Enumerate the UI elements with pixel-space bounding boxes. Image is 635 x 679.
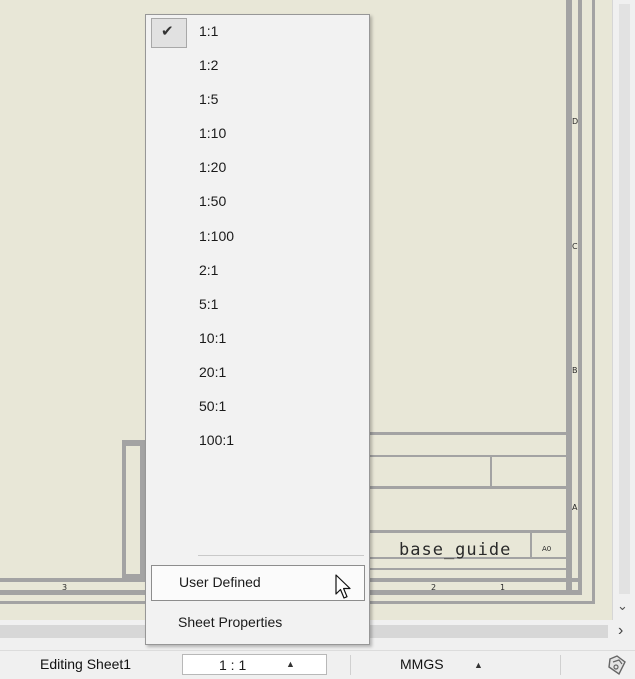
sheet-border-edge-right xyxy=(592,0,595,604)
menu-item-label: 1:100 xyxy=(199,228,235,244)
menu-item-label: 1:1 xyxy=(199,23,219,39)
zone-number: 2 xyxy=(431,583,437,592)
check-box: ✔ xyxy=(151,18,187,48)
menu-item-scale-50-1[interactable]: 50:1 xyxy=(146,390,369,424)
menu-item-label: 1:20 xyxy=(199,159,227,175)
menu-item-label: User Defined xyxy=(179,574,261,590)
menu-item-scale-10-1[interactable]: 10:1 xyxy=(146,322,369,356)
menu-item-scale-1-2[interactable]: 1:2 xyxy=(146,49,369,83)
menu-separator xyxy=(198,555,364,556)
rebuild-icon[interactable] xyxy=(605,653,629,677)
vertical-scroll-track[interactable] xyxy=(619,4,630,594)
menu-item-label: 2:1 xyxy=(199,262,219,278)
menu-item-label: 5:1 xyxy=(199,296,219,312)
menu-item-scale-100-1[interactable]: 100:1 xyxy=(146,424,369,458)
menu-item-label: 1:10 xyxy=(199,125,227,141)
checkmark-icon: ✔ xyxy=(161,23,174,40)
menu-item-scale-1-20[interactable]: 1:20 xyxy=(146,151,369,185)
status-bar: Editing Sheet1 1 : 1 ▲ MMGS ▲ xyxy=(0,650,635,679)
chevron-up-icon[interactable]: ▲ xyxy=(474,660,483,670)
menu-item-label: 1:50 xyxy=(199,193,227,209)
menu-item-label: 100:1 xyxy=(199,432,235,448)
menu-item-scale-1-50[interactable]: 1:50 xyxy=(146,185,369,219)
menu-item-user-defined[interactable]: User Defined xyxy=(151,565,365,601)
zone-number: 3 xyxy=(62,583,68,592)
menu-item-label: 20:1 xyxy=(199,364,227,380)
scale-menu: ✔ 1:1 1:2 1:5 1:10 1:20 1:50 1:100 2:1 5… xyxy=(145,14,370,645)
sheet-size: A0 xyxy=(542,545,552,553)
title-block-divider xyxy=(530,533,532,559)
title-block-divider xyxy=(490,455,492,486)
vertical-scrollbar[interactable]: ⌄ xyxy=(612,0,635,620)
menu-item-scale-1-10[interactable]: 1:10 xyxy=(146,117,369,151)
zone-number: 1 xyxy=(500,583,506,592)
menu-item-label: 50:1 xyxy=(199,398,227,414)
chevron-up-icon: ▲ xyxy=(286,659,295,669)
status-separator xyxy=(350,655,351,675)
zone-letter: C xyxy=(572,242,578,251)
zone-letter: A xyxy=(572,503,578,512)
menu-item-label: Sheet Properties xyxy=(178,614,283,630)
scroll-right-icon[interactable]: › xyxy=(618,622,623,640)
scroll-down-icon[interactable]: ⌄ xyxy=(617,598,628,614)
zone-letter: D xyxy=(572,117,579,126)
menu-item-scale-1-1[interactable]: ✔ 1:1 xyxy=(146,15,369,49)
sheet-scale-value: 1 : 1 xyxy=(219,657,247,673)
sheet-scale-dropdown[interactable]: 1 : 1 ▲ xyxy=(182,654,327,675)
menu-item-scale-1-5[interactable]: 1:5 xyxy=(146,83,369,117)
title-block-line xyxy=(370,530,568,533)
title-block-line xyxy=(370,432,568,435)
menu-item-label: 1:2 xyxy=(199,57,219,73)
editing-sheet-label: Editing Sheet1 xyxy=(40,656,132,672)
menu-item-sheet-properties[interactable]: Sheet Properties xyxy=(151,608,365,640)
title-block-line xyxy=(370,568,568,570)
menu-item-label: 10:1 xyxy=(199,330,227,346)
status-separator xyxy=(560,655,561,675)
part-name: base_guide xyxy=(399,540,512,560)
zone-letter: B xyxy=(572,366,578,375)
mouse-pointer-icon xyxy=(335,574,351,599)
sheet-border-outer-right xyxy=(578,0,582,595)
units-selector[interactable]: MMGS xyxy=(400,656,444,672)
menu-item-scale-1-100[interactable]: 1:100 xyxy=(146,220,369,254)
title-block-left-inner xyxy=(126,446,140,574)
menu-item-scale-20-1[interactable]: 20:1 xyxy=(146,356,369,390)
menu-item-scale-5-1[interactable]: 5:1 xyxy=(146,288,369,322)
menu-item-label: 1:5 xyxy=(199,91,219,107)
menu-item-scale-2-1[interactable]: 2:1 xyxy=(146,254,369,288)
title-block-line xyxy=(370,455,568,457)
title-block-line xyxy=(370,486,568,489)
